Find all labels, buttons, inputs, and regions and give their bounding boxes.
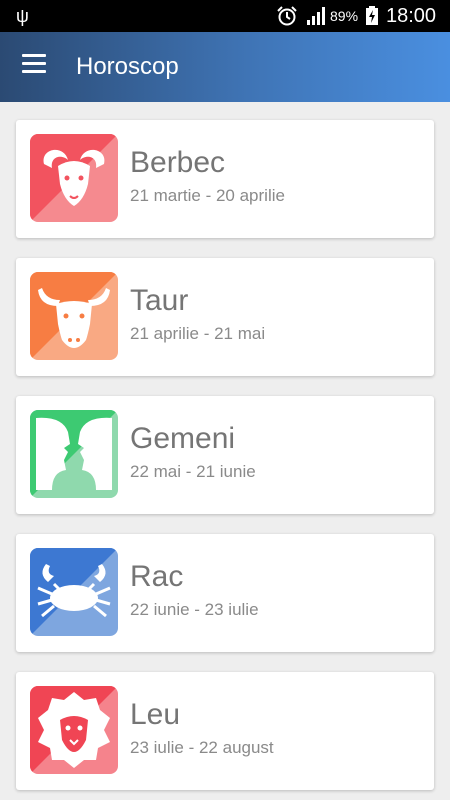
twins-icon (30, 410, 118, 498)
battery-charging-icon (366, 6, 378, 25)
crab-icon (30, 548, 118, 636)
zodiac-list: Berbec 21 martie - 20 aprilie Taur 21 ap… (0, 102, 450, 800)
signal-icon (307, 7, 325, 25)
menu-icon[interactable] (22, 54, 48, 80)
zodiac-card-gemeni[interactable]: Gemeni 22 mai - 21 iunie (16, 396, 434, 514)
zodiac-card-leu[interactable]: Leu 23 iulie - 22 august (16, 672, 434, 790)
app-bar: Horoscop (0, 32, 450, 102)
page-title: Horoscop (76, 53, 179, 80)
status-clock: 18:00 (386, 5, 437, 27)
sign-dates: 21 aprilie - 21 mai (130, 324, 266, 343)
sign-dates: 22 mai - 21 iunie (130, 462, 256, 481)
zodiac-card-berbec[interactable]: Berbec 21 martie - 20 aprilie (16, 120, 434, 238)
sign-name: Gemeni (130, 422, 236, 455)
alarm-icon (277, 6, 297, 26)
sign-dates: 22 iunie - 23 iulie (130, 600, 259, 619)
sign-name: Leu (130, 698, 181, 731)
sign-name: Rac (130, 560, 184, 593)
sign-name: Berbec (130, 146, 226, 179)
sign-name: Taur (130, 284, 189, 317)
sign-dates: 21 martie - 20 aprilie (130, 186, 285, 205)
battery-percentage: 89% (330, 8, 359, 24)
zodiac-card-taur[interactable]: Taur 21 aprilie - 21 mai (16, 258, 434, 376)
lion-icon (30, 686, 118, 774)
bull-icon (30, 272, 118, 360)
zodiac-card-rac[interactable]: Rac 22 iunie - 23 iulie (16, 534, 434, 652)
usb-icon: ψ (16, 6, 29, 26)
sign-dates: 23 iulie - 22 august (130, 738, 274, 757)
ram-icon (30, 134, 118, 222)
status-bar: ψ 89% 18:00 (0, 0, 450, 32)
